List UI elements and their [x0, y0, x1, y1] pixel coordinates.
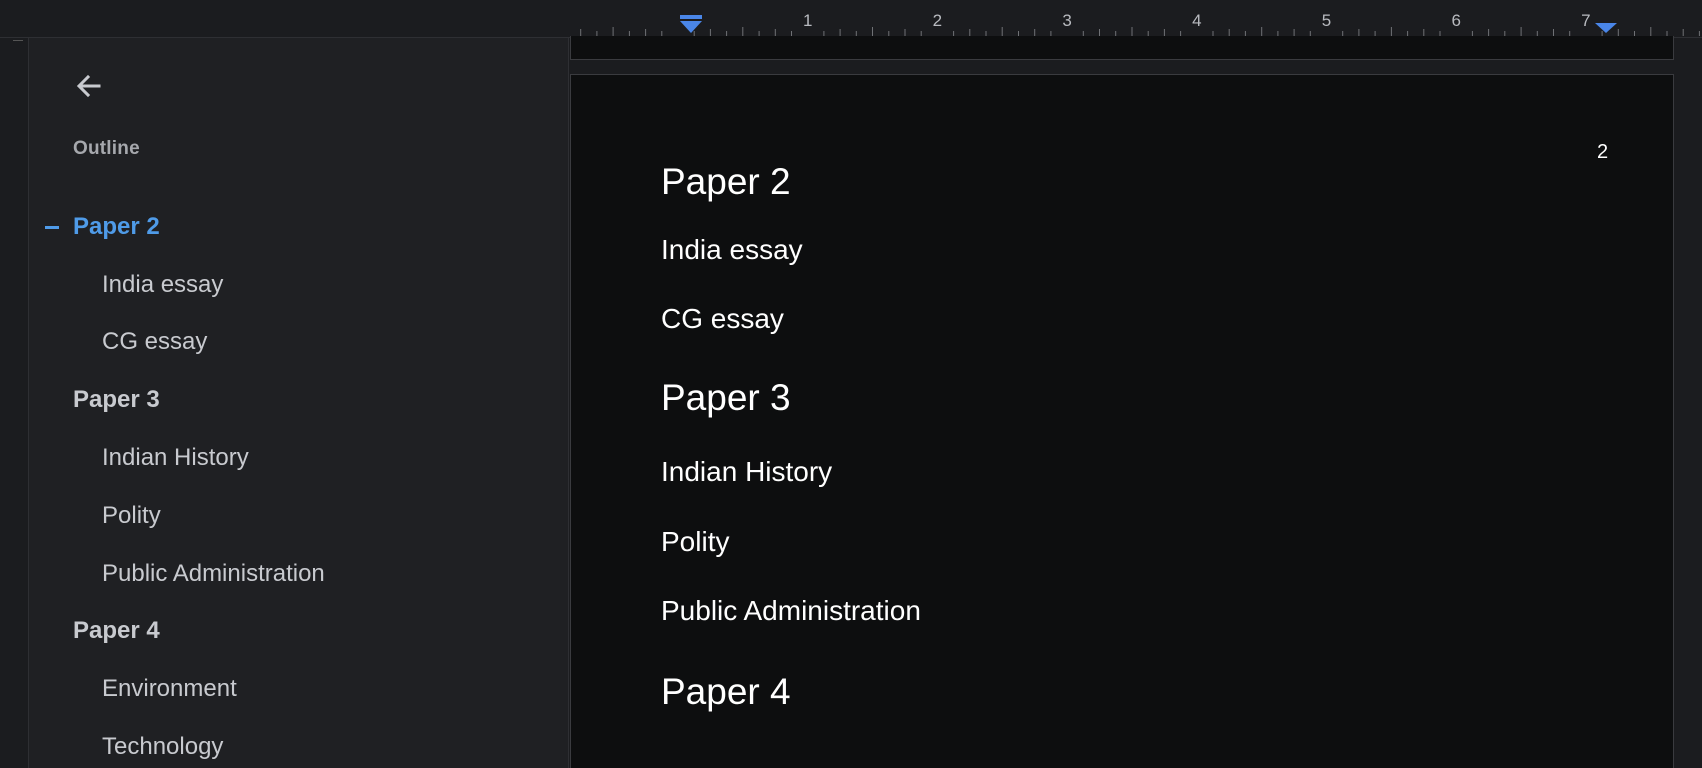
- outline-item-label: Environment: [102, 675, 237, 703]
- ruler-number: 1: [803, 11, 812, 30]
- outline-item[interactable]: India essay: [29, 256, 568, 314]
- outline-item[interactable]: Paper 4: [29, 603, 568, 661]
- first-line-indent-marker[interactable]: [680, 15, 702, 19]
- outline-item-label: Indian History: [102, 444, 249, 472]
- outline-item-label: Paper 2: [73, 212, 160, 240]
- arrow-left-icon: [76, 74, 101, 98]
- outline-item-label: CG essay: [102, 328, 208, 356]
- ruler-number: 2: [933, 11, 942, 30]
- outline-item[interactable]: Indian History: [29, 429, 568, 487]
- right-indent-marker[interactable]: [1595, 23, 1617, 33]
- outline-item[interactable]: CG essay: [29, 314, 568, 372]
- outline-list: Paper 2 India essay CG essay Paper 3 Indian …: [29, 198, 568, 768]
- page-number: 2: [1597, 141, 1609, 163]
- ruler-number: 4: [1192, 11, 1201, 30]
- document-heading[interactable]: Paper 2: [661, 161, 791, 203]
- horizontal-ruler[interactable]: 1 2 3 4 5 6 7: [0, 0, 1702, 38]
- document-subheading[interactable]: Public Administration: [661, 595, 921, 627]
- outline-item[interactable]: Public Administration: [29, 545, 568, 603]
- active-heading-indicator: [45, 225, 59, 229]
- outline-item-label: Paper 4: [73, 617, 160, 645]
- outline-item[interactable]: Paper 3: [29, 371, 568, 429]
- outline-item-label: Paper 3: [73, 386, 160, 414]
- outline-item-label: Public Administration: [102, 559, 325, 587]
- document-subheading[interactable]: Indian History: [661, 456, 832, 488]
- outline-item[interactable]: Environment: [29, 660, 568, 718]
- document-heading[interactable]: Paper 4: [661, 671, 791, 713]
- left-indent-marker[interactable]: [680, 21, 702, 33]
- outline-item[interactable]: Polity: [29, 487, 568, 545]
- ruler-scale: 1 2 3 4 5 6 7: [580, 11, 1700, 36]
- document-outline-panel: Outline Paper 2 India essay CG essay Paper …: [28, 38, 569, 768]
- document-subheading[interactable]: Polity: [661, 526, 729, 558]
- document-subheading[interactable]: India essay: [661, 234, 803, 266]
- outline-item[interactable]: Paper 2: [29, 198, 568, 256]
- close-outline-button[interactable]: [69, 66, 109, 106]
- previous-page-bottom: [570, 36, 1674, 60]
- outline-item-label: India essay: [102, 270, 224, 298]
- ruler-number: 3: [1062, 11, 1071, 30]
- gutter-mark: [13, 40, 23, 41]
- ruler-number: 7: [1581, 11, 1590, 30]
- outline-item-label: Technology: [102, 733, 224, 761]
- document-canvas[interactable]: 2 Paper 2 India essay CG essay Paper 3 India…: [570, 36, 1702, 768]
- docs-app: 1 2 3 4 5 6 7 Outline Paper 2 India essay CG ess…: [0, 0, 1702, 768]
- document-heading[interactable]: Paper 3: [661, 377, 791, 419]
- document-subheading[interactable]: CG essay: [661, 303, 784, 335]
- outline-title: Outline: [73, 138, 140, 159]
- ruler-number: 6: [1451, 11, 1460, 30]
- ruler-number: 5: [1322, 11, 1331, 30]
- outline-item-label: Polity: [102, 501, 161, 529]
- outline-item[interactable]: Technology: [29, 718, 568, 768]
- document-page[interactable]: 2 Paper 2 India essay CG essay Paper 3 India…: [570, 74, 1674, 768]
